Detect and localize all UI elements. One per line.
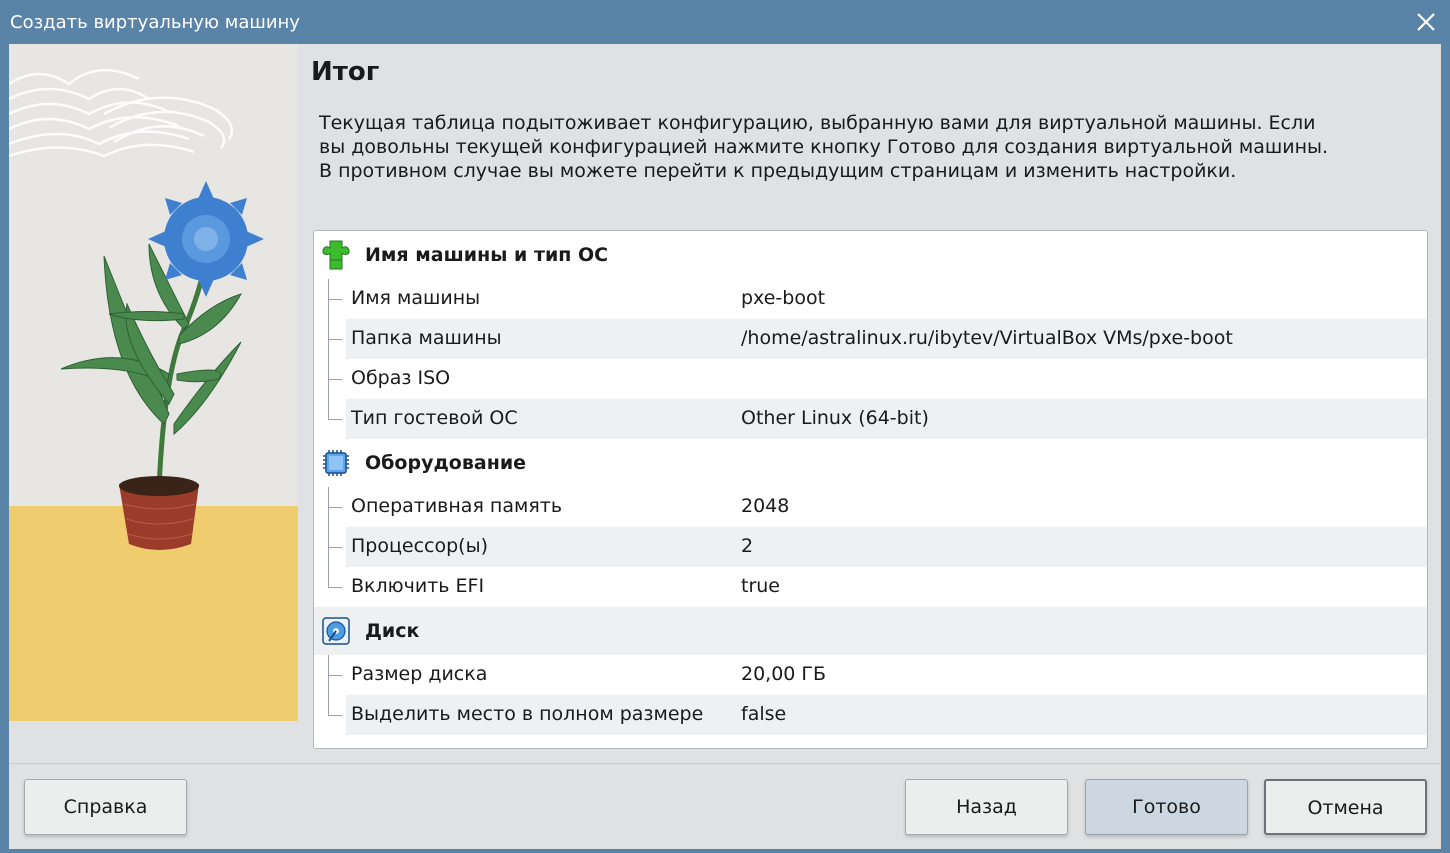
row-key: Включить EFI (351, 575, 485, 597)
row-key: Имя машины (351, 287, 481, 309)
summary-row[interactable]: Образ ISO (346, 359, 1427, 399)
section-name-and-os[interactable]: Имя машины и тип ОС (314, 231, 1427, 279)
hard-disk-icon (322, 617, 350, 645)
row-value: false (741, 703, 787, 725)
button-bar: Справка Назад Готово Отмена (9, 763, 1441, 849)
row-value: true (741, 575, 780, 597)
row-value: 2 (741, 535, 754, 557)
row-value: 2048 (741, 495, 790, 517)
section-disk[interactable]: Диск (314, 607, 1427, 655)
tree-branch (328, 507, 342, 508)
tree-branch (328, 379, 342, 380)
summary-table[interactable]: Имя машины и тип ОС Имя машины pxe-boot … (313, 230, 1428, 749)
tree-branch (328, 715, 342, 716)
tree-branch (328, 587, 342, 588)
summary-row[interactable]: Имя машины pxe-boot (346, 279, 1427, 319)
row-value: Other Linux (64-bit) (741, 407, 929, 429)
page-title: Итог (311, 57, 380, 87)
section-label: Оборудование (365, 452, 527, 474)
row-value: pxe-boot (741, 287, 826, 309)
summary-row[interactable]: Размер диска 20,00 ГБ (346, 655, 1427, 695)
section-label: Имя машины и тип ОС (365, 244, 609, 266)
row-key: Размер диска (351, 663, 488, 685)
dialog-body: Итог Текущая таблица подытоживает конфиг… (9, 44, 1441, 849)
back-button[interactable]: Назад (905, 779, 1068, 835)
row-value: /home/astralinux.ru/ibytev/VirtualBox VM… (741, 327, 1233, 349)
row-key: Образ ISO (351, 367, 451, 389)
wizard-illustration (9, 44, 298, 721)
summary-row[interactable]: Тип гостевой ОС Other Linux (64-bit) (346, 399, 1427, 439)
row-key: Процессор(ы) (351, 535, 488, 557)
cancel-button[interactable]: Отмена (1264, 779, 1427, 835)
page-description: Текущая таблица подытоживает конфигураци… (319, 112, 1329, 182)
puzzle-icon (322, 240, 350, 270)
summary-row[interactable]: Оперативная память 2048 (346, 487, 1427, 527)
tree-branch (328, 339, 342, 340)
close-icon[interactable] (1412, 8, 1440, 36)
summary-row[interactable]: Выделить место в полном размере false (346, 695, 1427, 735)
tree-line (328, 655, 329, 715)
finish-button[interactable]: Готово (1085, 779, 1248, 835)
section-label: Диск (365, 620, 420, 642)
tree-line (328, 279, 329, 419)
summary-row[interactable]: Включить EFI true (346, 567, 1427, 607)
title-bar[interactable]: Создать виртуальную машину (0, 0, 1450, 44)
chip-icon (323, 450, 349, 476)
window-title: Создать виртуальную машину (10, 12, 300, 33)
summary-row[interactable]: Процессор(ы) 2 (346, 527, 1427, 567)
tree-branch (328, 419, 342, 420)
help-button[interactable]: Справка (24, 779, 187, 835)
row-key: Тип гостевой ОС (351, 407, 518, 429)
row-key: Оперативная память (351, 495, 563, 517)
row-key: Выделить место в полном размере (351, 703, 704, 725)
tree-branch (328, 547, 342, 548)
tree-branch (328, 675, 342, 676)
summary-row[interactable]: Папка машины /home/astralinux.ru/ibytev/… (346, 319, 1427, 359)
tree-branch (328, 299, 342, 300)
dialog-window: Создать виртуальную машину Итог Текущая … (0, 0, 1450, 853)
tree-line (328, 487, 329, 587)
row-key: Папка машины (351, 327, 502, 349)
section-hardware[interactable]: Оборудование (314, 439, 1427, 487)
row-value: 20,00 ГБ (741, 663, 827, 685)
